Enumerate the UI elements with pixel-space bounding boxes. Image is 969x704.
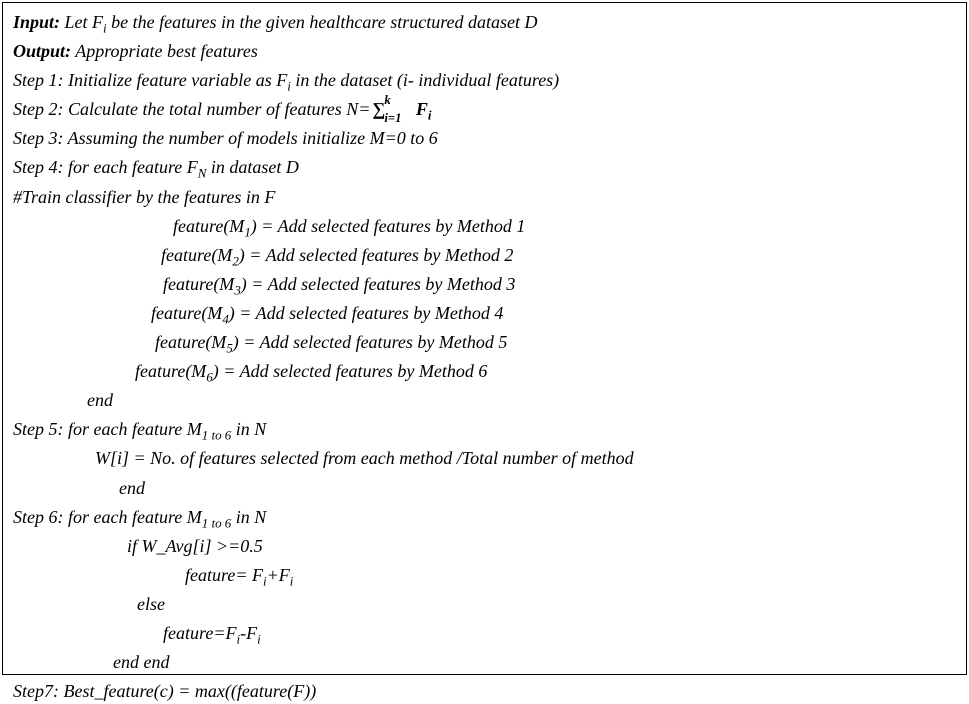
output-label: Output: (13, 41, 71, 61)
end-end: end end (13, 649, 956, 675)
w-line: W[i] = No. of features selected from eac… (13, 445, 956, 471)
step-4: Step 4: for each feature FN in dataset D (13, 154, 956, 180)
m4-b: ) = Add selected features by Method 4 (229, 303, 504, 323)
step-3: Step 3: Assuming the number of models in… (13, 125, 956, 151)
m3-a: feature(M (163, 274, 234, 294)
feat-sub-b: -F (240, 623, 257, 643)
step1-a: Step 1: Initialize feature variable as F (13, 70, 287, 90)
step-7: Step7: Best_feature(c) = max((feature(F)… (13, 678, 956, 704)
step-6: Step 6: for each feature M1 to 6 in N (13, 504, 956, 530)
end-1: end (13, 387, 956, 413)
step6-a: Step 6: for each feature M (13, 507, 202, 527)
train-comment: #Train classifier by the features in F (13, 184, 956, 210)
feat-add-b: +F (267, 565, 290, 585)
feat-sub-sub2: i (257, 632, 261, 647)
algorithm-box: Input: Let F i be the features in the giv… (2, 2, 967, 675)
if-line: if W_Avg[i] >=0.5 (13, 533, 956, 559)
step5-b: in N (231, 419, 266, 439)
m6-b: ) = Add selected features by Method 6 (213, 361, 488, 381)
sigma-top: k (384, 91, 390, 109)
input-line: Input: Let Fi be the features in the giv… (13, 9, 956, 35)
feat-sub-a: feature=F (163, 623, 236, 643)
feature-m3: feature(M3) = Add selected features by M… (13, 271, 956, 297)
else-line: else (13, 591, 956, 617)
output-line: Output: Appropriate best features (13, 38, 956, 64)
step6-b: in N (231, 507, 266, 527)
m1-b: ) = Add selected features by Method 1 (251, 216, 526, 236)
m4-a: feature(M (151, 303, 222, 323)
output-text: Appropriate best features (71, 41, 258, 61)
input-label: Input: (13, 12, 60, 32)
feature-m5: feature(M5) = Add selected features by M… (13, 329, 956, 355)
feature-m2: feature(M2) = Add selected features by M… (13, 242, 956, 268)
m2-a: feature(M (161, 245, 232, 265)
feat-add-sub2: i (290, 573, 294, 588)
m5-b: ) = Add selected features by Method 5 (233, 332, 508, 352)
m2-b: ) = Add selected features by Method 2 (239, 245, 514, 265)
end-2: end (13, 475, 956, 501)
feature-m6: feature(M6) = Add selected features by M… (13, 358, 956, 384)
step4-a: Step 4: for each feature F (13, 157, 198, 177)
feature-sub: feature=Fi-Fi (13, 620, 956, 646)
m6-a: feature(M (135, 361, 206, 381)
step2-a: Step 2: Calculate the total number of fe… (13, 99, 370, 119)
feature-m1: feature(M1) = Add selected features by M… (13, 213, 956, 239)
feature-m4: feature(M4) = Add selected features by M… (13, 300, 956, 326)
summation: ∑ki=1 (372, 96, 385, 122)
m3-b: ) = Add selected features by Method 3 (241, 274, 516, 294)
step-1: Step 1: Initialize feature variable as F… (13, 67, 956, 93)
sigma-term-sub: i (428, 108, 432, 123)
sigma-bot: i=1 (384, 109, 401, 127)
feat-add-a: feature= F (185, 565, 263, 585)
input-text-2: be the features in the given healthcare … (107, 12, 538, 32)
m1-a: feature(M (173, 216, 244, 236)
step5-a: Step 5: for each feature M (13, 419, 202, 439)
step4-b: in dataset D (206, 157, 299, 177)
step1-b: in the dataset (i- individual features) (291, 70, 559, 90)
step-5: Step 5: for each feature M1 to 6 in N (13, 416, 956, 442)
step6-sub: 1 to 6 (202, 515, 232, 530)
m5-a: feature(M (155, 332, 226, 352)
feature-add: feature= Fi+Fi (13, 562, 956, 588)
input-text-1: Let F (60, 12, 103, 32)
step5-sub: 1 to 6 (202, 428, 232, 443)
step-2: Step 2: Calculate the total number of fe… (13, 96, 956, 122)
sigma-term-a: F (416, 99, 428, 119)
